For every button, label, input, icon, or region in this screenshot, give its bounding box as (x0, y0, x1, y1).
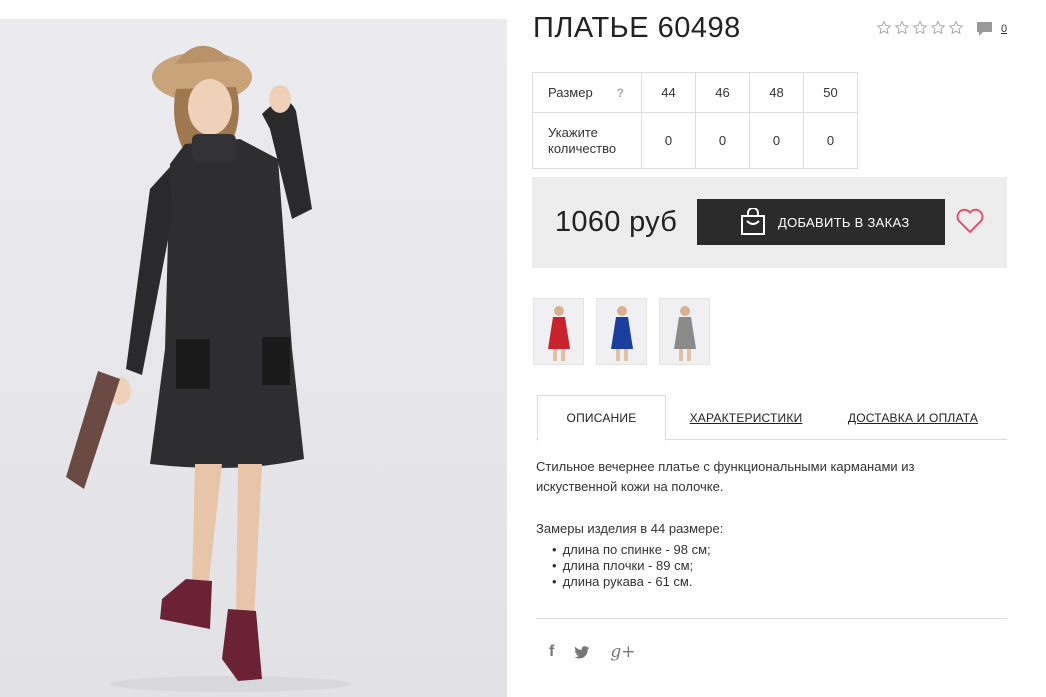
add-to-order-button[interactable]: ДОБАВИТЬ В ЗАКАЗ (697, 199, 945, 245)
google-plus-icon[interactable]: g+ (610, 642, 635, 662)
size-label: Размер (548, 84, 593, 100)
shopping-bag-icon (741, 208, 765, 235)
qty-label: Укажите количество (532, 112, 642, 169)
size-label-cell: Размер ? (532, 72, 642, 113)
color-variants (533, 298, 710, 365)
qty-input-46[interactable]: 0 (695, 112, 750, 169)
star-icon[interactable] (912, 20, 928, 36)
divider (536, 618, 1007, 619)
star-icon[interactable] (930, 20, 946, 36)
tab-characteristics-label: ХАРАКТЕРИСТИКИ (689, 410, 803, 425)
size-50: 50 (803, 72, 858, 113)
size-48: 48 (749, 72, 804, 113)
star-icon[interactable] (876, 20, 892, 36)
buy-box: 1060 руб ДОБАВИТЬ В ЗАКАЗ (532, 177, 1007, 268)
qty-input-48[interactable]: 0 (749, 112, 804, 169)
thumb-red[interactable] (533, 298, 584, 365)
comment-icon (977, 22, 992, 36)
twitter-icon[interactable] (574, 645, 590, 659)
product-main-photo[interactable] (0, 19, 507, 697)
size-help-icon[interactable]: ? (617, 85, 624, 101)
dress-blue-thumbnail (611, 306, 633, 361)
facebook-icon[interactable]: f (549, 643, 554, 661)
comments-link[interactable]: 0 (976, 21, 1007, 37)
star-icon[interactable] (948, 20, 964, 36)
tab-delivery-label: ДОСТАВКА И ОПЛАТА (847, 410, 979, 425)
dress-red-thumbnail (548, 306, 570, 361)
thumb-grey[interactable] (659, 298, 710, 365)
price: 1060 руб (555, 206, 678, 238)
qty-input-50[interactable]: 0 (803, 112, 858, 169)
tab-description-label: ОПИСАНИЕ (566, 411, 637, 425)
measurements-title: Замеры изделия в 44 размере: (536, 521, 724, 536)
heart-icon[interactable] (956, 208, 984, 234)
size-44: 44 (641, 72, 696, 113)
star-icon[interactable] (894, 20, 910, 36)
list-item: длина по спинке - 98 см; (552, 542, 711, 558)
list-item: длина плочки - 89 см; (552, 558, 711, 574)
list-item: длина рукава - 61 см. (552, 574, 711, 590)
dress-grey-thumbnail (674, 306, 696, 361)
tab-description[interactable]: ОПИСАНИЕ (537, 395, 666, 441)
tab-delivery-payment[interactable]: ДОСТАВКА И ОПЛАТА (843, 395, 983, 440)
qty-input-44[interactable]: 0 (641, 112, 696, 169)
product-tabs: ОПИСАНИЕ ХАРАКТЕРИСТИКИ ДОСТАВКА И ОПЛАТ… (536, 395, 1007, 441)
tab-characteristics[interactable]: ХАРАКТЕРИСТИКИ (686, 395, 806, 440)
social-share: f g+ (549, 642, 635, 662)
thumb-blue[interactable] (596, 298, 647, 365)
comments-count[interactable]: 0 (1001, 23, 1007, 35)
description-text: Стильное вечернее платье с функциональны… (536, 459, 915, 494)
measurements-list: длина по спинке - 98 см; длина плочки - … (552, 542, 711, 590)
size-46: 46 (695, 72, 750, 113)
add-to-order-label: ДОБАВИТЬ В ЗАКАЗ (778, 214, 910, 230)
rating[interactable] (876, 20, 964, 36)
size-table: Размер ? 44 46 48 50 Укажите количество … (532, 72, 858, 169)
product-title: ПЛАТЬЕ 60498 (533, 12, 741, 44)
